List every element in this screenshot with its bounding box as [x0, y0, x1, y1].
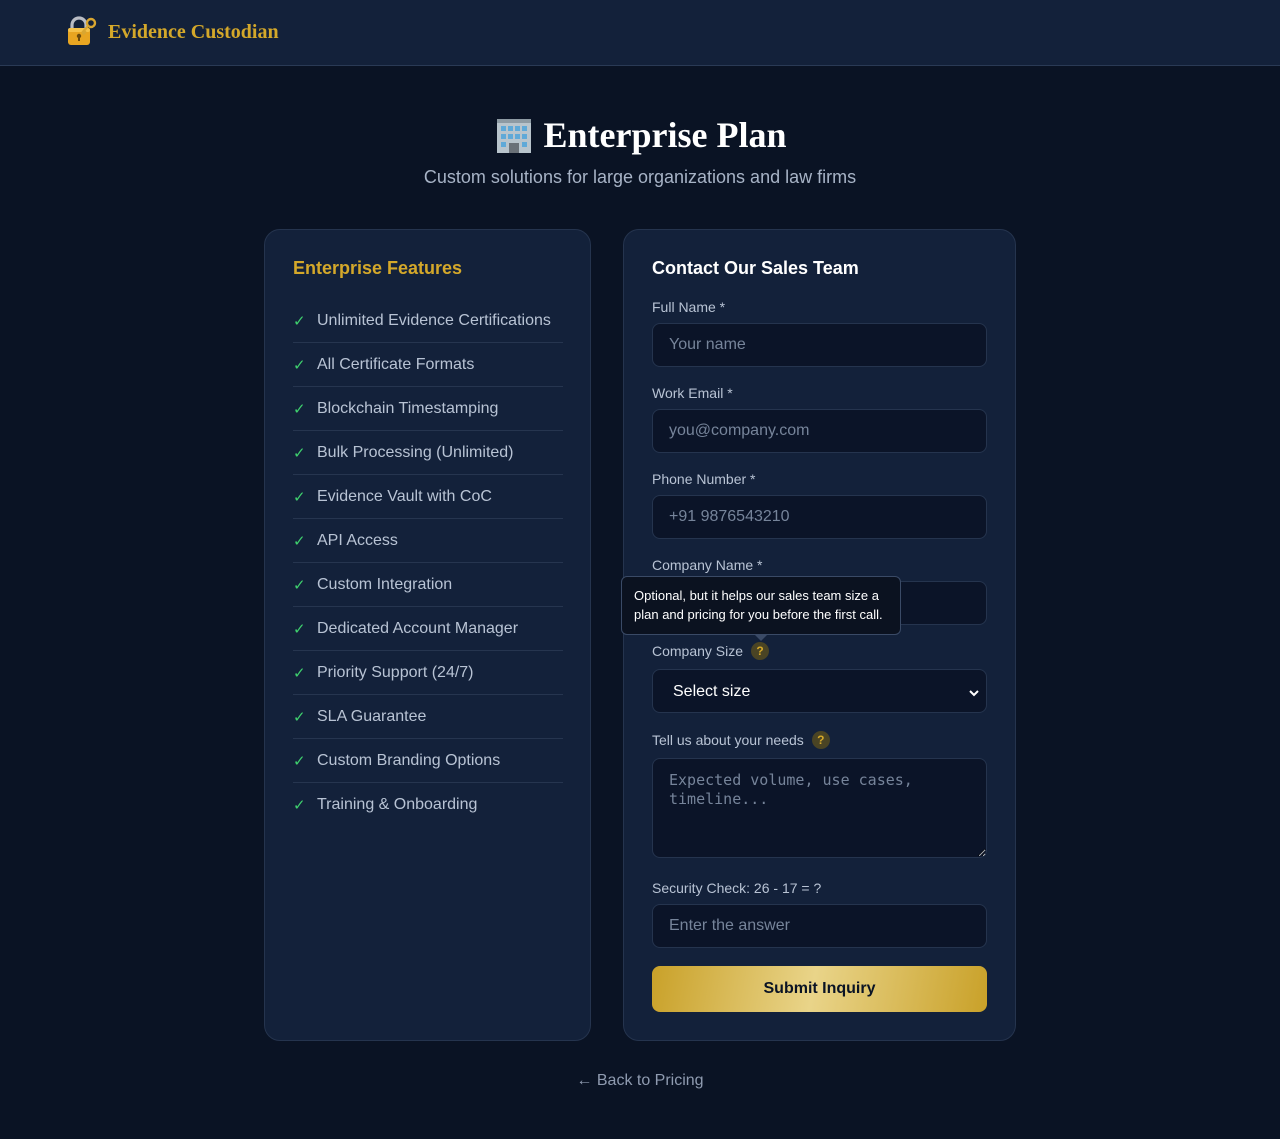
back-to-pricing-link[interactable]: ← Back to Pricing [0, 1072, 1280, 1090]
feature-item: ✓ SLA Guarantee [293, 695, 563, 739]
feature-item: ✓ Dedicated Account Manager [293, 607, 563, 651]
check-icon: ✓ [293, 620, 306, 638]
security-answer-input[interactable] [652, 904, 987, 948]
work-email-label: Work Email * [652, 385, 733, 401]
page-heading: Enterprise Plan [543, 115, 787, 155]
features-heading: Enterprise Features [293, 258, 463, 278]
check-icon: ✓ [293, 576, 306, 594]
feature-label: Custom Integration [317, 575, 453, 593]
full-name-input[interactable] [652, 323, 987, 367]
needs-label: Tell us about your needs [652, 732, 804, 748]
contact-form-card: Contact Our Sales Team Full Name * Work … [623, 229, 1016, 1041]
feature-label: Training & Onboarding [317, 796, 478, 813]
full-name-label: Full Name * [652, 299, 726, 315]
feature-label: Blockchain Timestamping [317, 399, 499, 417]
feature-label: SLA Guarantee [317, 707, 427, 725]
help-icon[interactable]: ? [811, 731, 830, 749]
work-email-input[interactable] [652, 409, 987, 453]
feature-item: ✓ Training & Onboarding [293, 783, 563, 827]
page-title: Enterprise Plan [0, 112, 1280, 158]
check-icon: ✓ [293, 444, 306, 462]
check-icon: ✓ [293, 664, 306, 682]
feature-label: Dedicated Account Manager [317, 619, 519, 637]
feature-list: ✓ Unlimited Evidence Certifications ✓ All C… [293, 299, 563, 827]
help-icon[interactable]: ? [751, 642, 770, 660]
security-check-label: Security Check: 26 - 17 = ? [652, 880, 822, 896]
check-icon: ✓ [293, 752, 306, 770]
check-icon: ✓ [293, 532, 306, 550]
feature-item: ✓ All Certificate Formats [293, 343, 563, 387]
features-card: Enterprise Features ✓ Unlimited Evidence … [264, 229, 591, 1041]
check-icon: ✓ [293, 797, 306, 814]
needs-label-row: Tell us about your needs ? [652, 731, 830, 749]
company-size-select[interactable]: Select size [652, 669, 987, 713]
feature-label: Priority Support (24/7) [317, 663, 474, 681]
feature-item: ✓ Blockchain Timestamping [293, 387, 563, 431]
feature-label: Bulk Processing (Unlimited) [317, 443, 514, 461]
feature-item: ✓ API Access [293, 519, 563, 563]
check-icon: ✓ [293, 400, 306, 418]
company-size-label-row: Company Size ? [652, 642, 770, 660]
check-icon: ✓ [293, 312, 306, 330]
check-icon: ✓ [293, 488, 306, 506]
check-icon: ✓ [293, 708, 306, 726]
submit-inquiry-button[interactable]: Submit Inquiry [652, 966, 987, 1012]
needs-textarea[interactable] [652, 758, 987, 858]
feature-item: ✓ Priority Support (24/7) [293, 651, 563, 695]
feature-item: ✓ Bulk Processing (Unlimited) [293, 431, 563, 475]
company-size-label: Company Size [652, 643, 744, 659]
company-size-tooltip: Optional, but it helps our sales team si… [621, 576, 901, 641]
feature-label: Evidence Vault with CoC [317, 487, 492, 505]
office-building-icon [494, 115, 534, 155]
phone-label: Phone Number * [652, 471, 756, 487]
feature-label: Unlimited Evidence Certifications [317, 311, 551, 329]
chevron-down-icon[interactable] [968, 686, 980, 698]
feature-label: API Access [317, 531, 398, 549]
page-subtitle: Custom solutions for large organizations… [423, 167, 857, 187]
lock-with-key-icon [64, 15, 98, 49]
check-icon: ✓ [293, 356, 306, 374]
feature-item: ✓ Evidence Vault with CoC [293, 475, 563, 519]
feature-label: Custom Branding Options [317, 751, 501, 769]
phone-input[interactable] [652, 495, 987, 539]
contact-heading: Contact Our Sales Team [652, 258, 859, 278]
brand-name: Evidence Custodian [108, 20, 279, 43]
feature-item: ✓ Custom Branding Options [293, 739, 563, 783]
feature-item: ✓ Unlimited Evidence Certifications [293, 299, 563, 343]
top-navbar: Evidence Custodian [0, 0, 1280, 66]
brand-logo[interactable]: Evidence Custodian [64, 15, 279, 49]
company-name-label: Company Name * [652, 557, 763, 573]
feature-label: All Certificate Formats [317, 355, 475, 373]
feature-item: ✓ Custom Integration [293, 563, 563, 607]
